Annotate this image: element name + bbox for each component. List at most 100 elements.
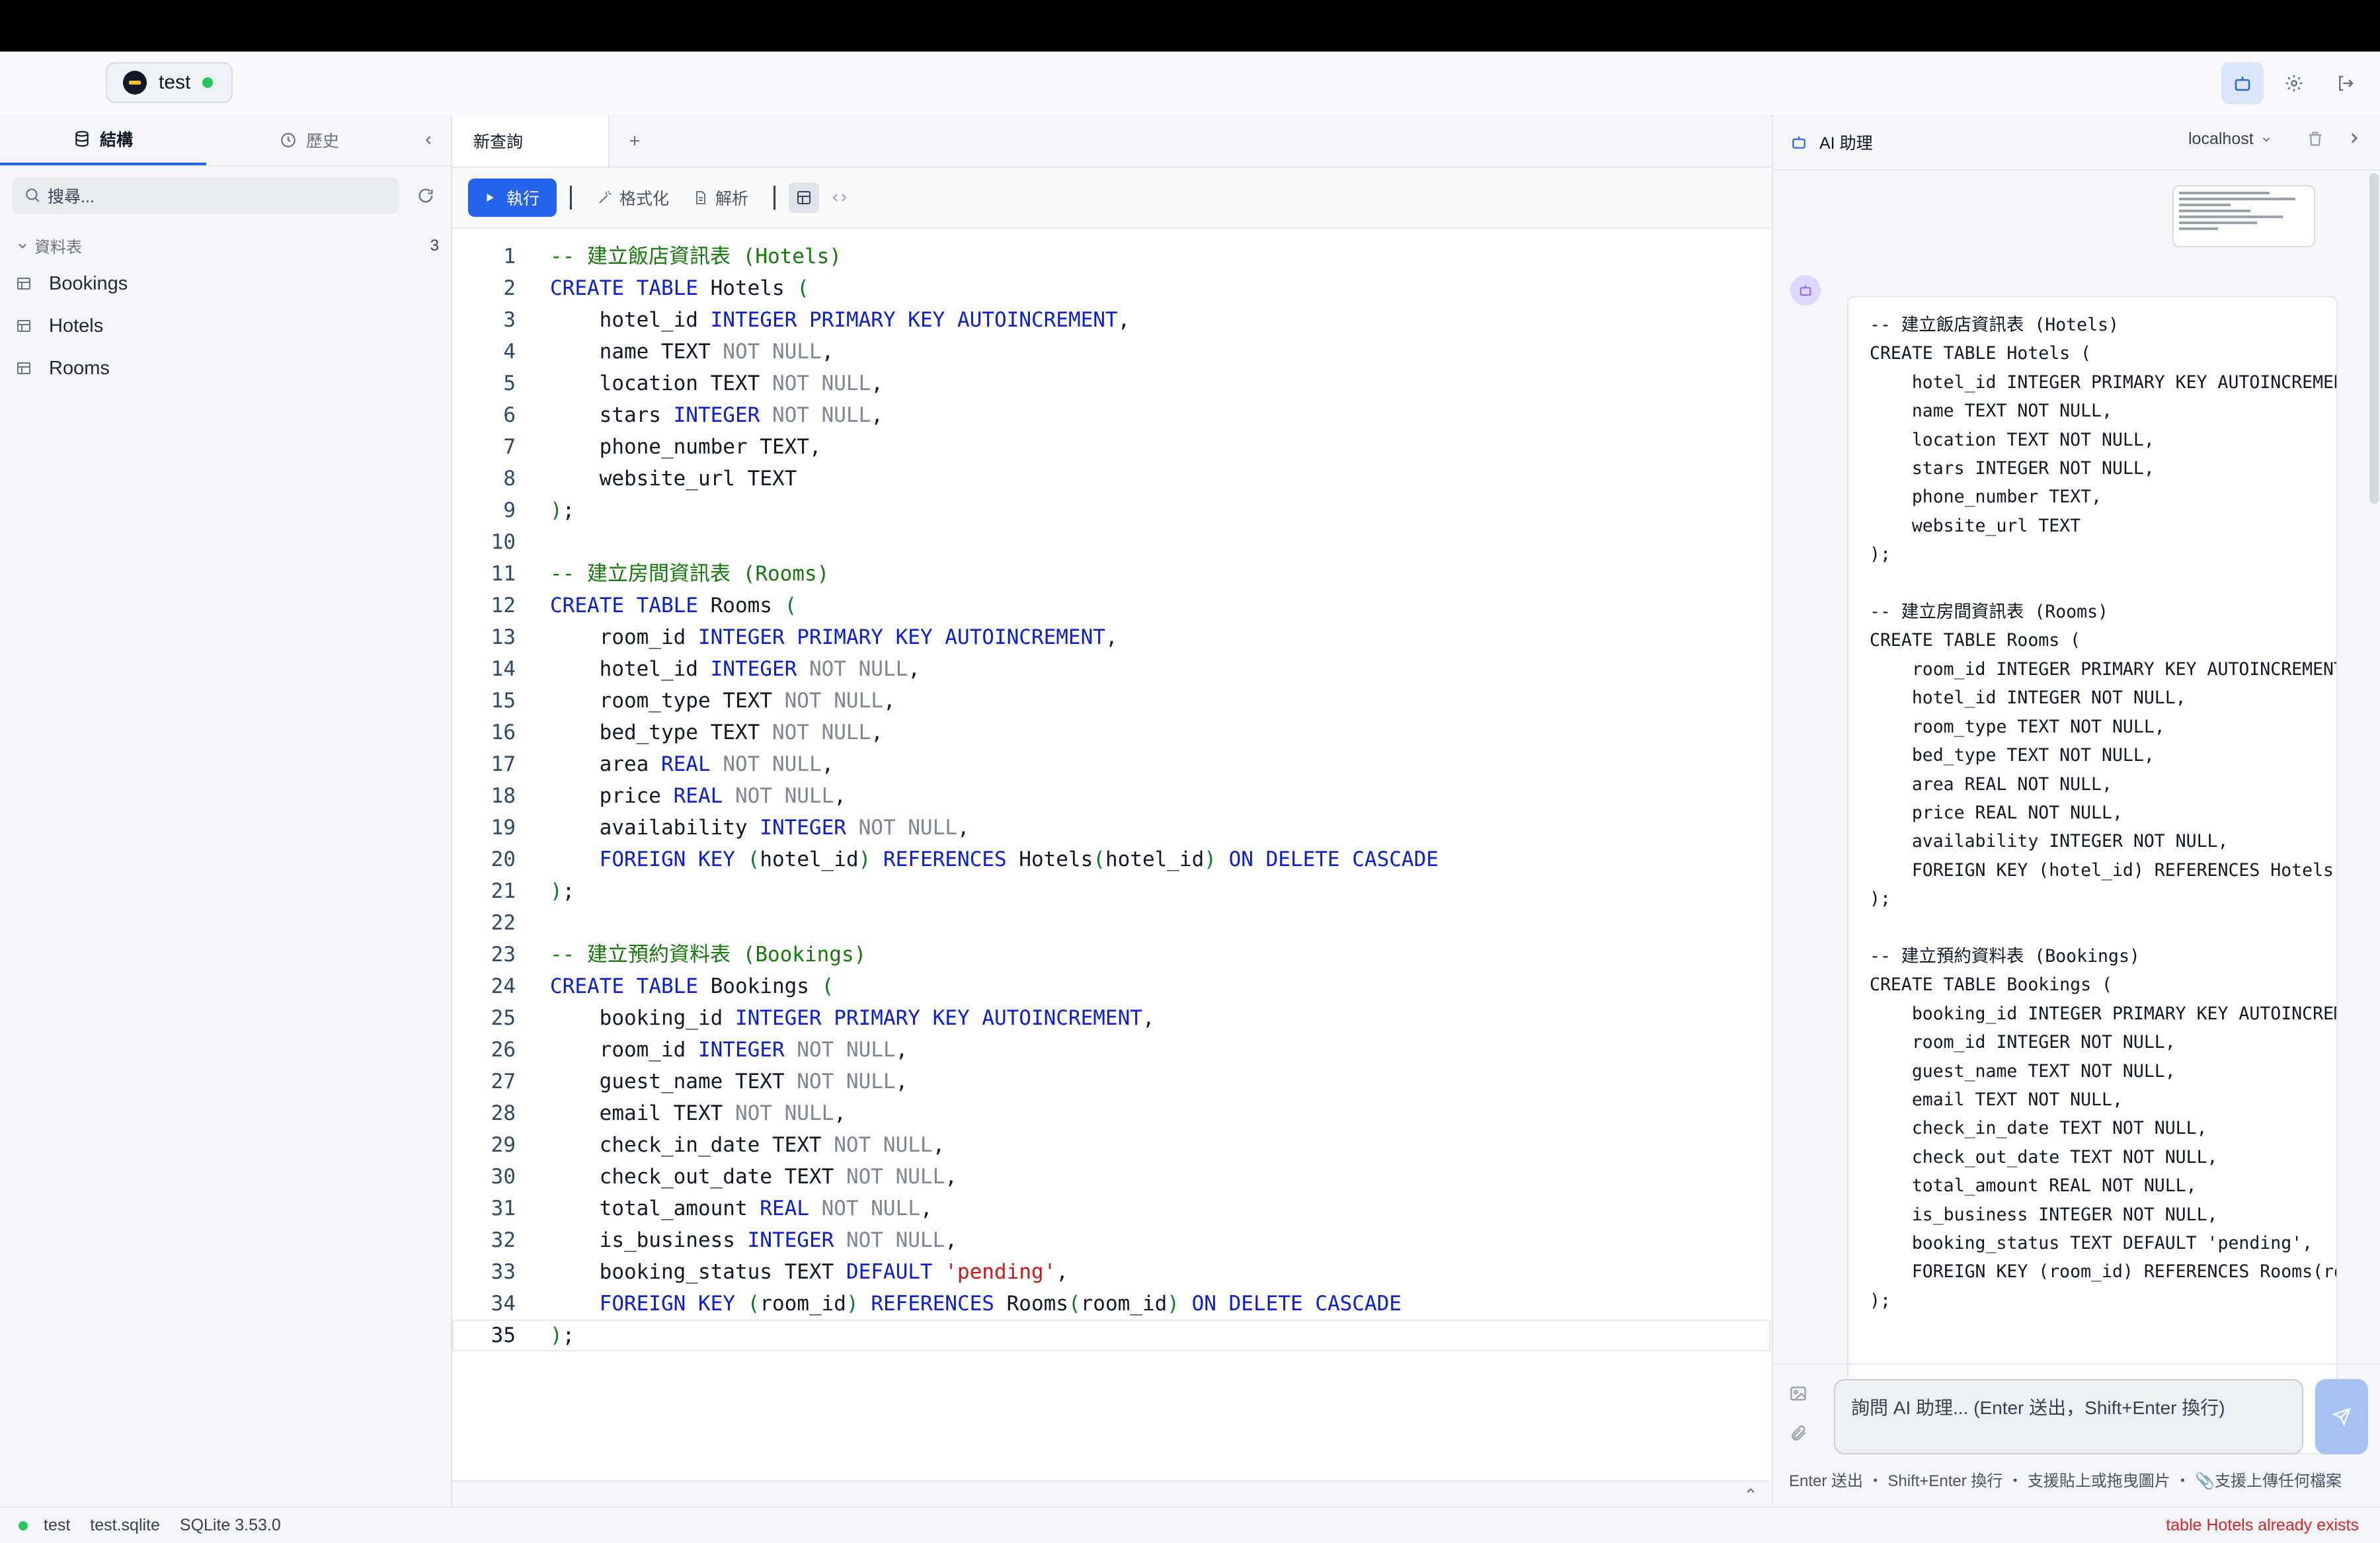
sidebar-item-bookings[interactable]: Bookings [16,264,439,303]
assistant-message-code: -- 建立飯店資訊表 (Hotels) CREATE TABLE Hotels … [1870,315,2336,1311]
settings-button[interactable] [2273,62,2315,104]
ai-input-area: 詢問 AI 助理... (Enter 送出，Shift+Enter 換行) En… [1773,1363,2380,1508]
expand-results-button[interactable] [1744,1484,1757,1501]
code-line[interactable]: 20 FOREIGN KEY (hotel_id) REFERENCES Hot… [452,844,1770,875]
line-number: 1 [503,245,516,268]
send-button[interactable] [2315,1379,2368,1454]
code-line[interactable]: 10 [452,526,1770,558]
line-number: 35 [491,1324,516,1347]
trash-icon [2309,132,2322,146]
table-icon [17,278,30,290]
collapse-sidebar-button[interactable] [415,127,442,153]
code-line[interactable]: 33 booking_status TEXT DEFAULT 'pending'… [452,1256,1770,1288]
code-line[interactable]: 30 check_out_date TEXT NOT NULL, [452,1161,1770,1193]
query-tabs: 新查詢 [452,115,1770,168]
connection-status-dot [202,77,214,88]
code-line[interactable]: 22 [452,907,1770,939]
attached-image-thumbnail[interactable] [2172,185,2315,247]
ai-host-select[interactable]: localhost [2188,130,2272,149]
code-line[interactable]: 13 room_id INTEGER PRIMARY KEY AUTOINCRE… [452,621,1770,653]
logout-button[interactable] [2324,62,2367,104]
sidebar-item-hotels[interactable]: Hotels [16,306,439,346]
attach-image-button[interactable] [1789,1384,1807,1406]
code-line[interactable]: 16 bed_type TEXT NOT NULL, [452,717,1770,748]
header-actions [2221,62,2367,104]
line-number: 15 [491,689,516,713]
code-line-text: stars INTEGER NOT NULL, [550,403,883,427]
sidebar-item-label: Rooms [49,357,110,379]
code-line[interactable]: 3 hotel_id INTEGER PRIMARY KEY AUTOINCRE… [452,304,1770,336]
tab-new-query[interactable]: 新查詢 [452,115,610,167]
code-line[interactable]: 8 website_url TEXT [452,463,1770,495]
code-line[interactable]: 23 -- 建立預約資料表 (Bookings) [452,939,1770,970]
code-line[interactable]: 24 CREATE TABLE Bookings ( [452,970,1770,1002]
code-line[interactable]: 15 room_type TEXT NOT NULL, [452,685,1770,717]
code-line[interactable]: 28 email TEXT NOT NULL, [452,1097,1770,1129]
close-ai-panel-button[interactable] [2346,130,2363,150]
code-line[interactable]: 5 location TEXT NOT NULL, [452,368,1770,399]
code-line[interactable]: 12 CREATE TABLE Rooms ( [452,590,1770,621]
ai-chat-input[interactable]: 詢問 AI 助理... (Enter 送出，Shift+Enter 換行) [1834,1379,2303,1454]
line-number: 20 [491,848,516,871]
code-line[interactable]: 6 stars INTEGER NOT NULL, [452,399,1770,431]
line-number: 27 [491,1070,516,1093]
refresh-button[interactable] [411,181,440,210]
code-line[interactable]: 9); [452,495,1770,526]
code-line-text: ); [550,879,575,903]
line-number: 3 [503,308,516,332]
code-line[interactable]: 21); [452,875,1770,907]
ai-assistant-toggle-button[interactable] [2221,62,2264,104]
code-line[interactable]: 31 total_amount REAL NOT NULL, [452,1193,1770,1224]
code-line[interactable]: 1 -- 建立飯店資訊表 (Hotels) [452,241,1770,272]
tab-history[interactable]: 歷史 [206,115,413,165]
connection-selector[interactable]: test [106,62,233,103]
code-line-text: booking_id INTEGER PRIMARY KEY AUTOINCRE… [550,1006,1155,1030]
code-line-text: ); [550,1324,575,1347]
code-line[interactable]: 29 check_in_date TEXT NOT NULL, [452,1129,1770,1161]
visual-mode-button[interactable] [789,182,820,213]
ai-chat-scrollbar[interactable] [2369,173,2379,504]
code-line-text: guest_name TEXT NOT NULL, [550,1070,908,1093]
format-button[interactable]: 格式化 [585,180,681,216]
code-line[interactable]: 26 room_id INTEGER NOT NULL, [452,1034,1770,1066]
assistant-message: -- 建立飯店資訊表 (Hotels) CREATE TABLE Hotels … [1847,296,2338,1454]
code-line-text: name TEXT NOT NULL, [550,340,834,364]
bot-icon [1800,285,1811,296]
toolbar-divider [774,186,776,210]
add-tab-button[interactable] [610,115,660,167]
clear-chat-button[interactable] [2306,130,2324,151]
code-mode-button[interactable] [824,182,855,213]
search-icon [26,188,40,202]
code-line[interactable]: 17 area REAL NOT NULL, [452,748,1770,780]
code-line-text: CREATE TABLE Rooms ( [550,594,797,617]
sidebar-item-rooms[interactable]: Rooms [16,348,439,388]
code-line[interactable]: 7 phone_number TEXT, [452,431,1770,463]
sql-code-editor[interactable]: 1 -- 建立飯店資訊表 (Hotels) 2 CREATE TABLE Hotels… [452,241,1770,1351]
code-line-text: -- 建立預約資料表 (Bookings) [550,943,867,967]
code-line[interactable]: 11 -- 建立房間資訊表 (Rooms) [452,558,1770,590]
tab-structure[interactable]: 結構 [0,115,206,165]
code-line[interactable]: 34 FOREIGN KEY (room_id) REFERENCES Room… [452,1288,1770,1320]
bot-icon [1792,136,1805,149]
code-line[interactable]: 14 hotel_id INTEGER NOT NULL, [452,653,1770,685]
gear-icon [2285,75,2303,92]
sidebar-search-input[interactable]: 搜尋... [12,177,399,214]
plus-icon [630,136,639,145]
code-line[interactable]: 18 price REAL NOT NULL, [452,780,1770,812]
database-icon [75,131,89,147]
explain-button[interactable]: 解析 [681,180,760,216]
code-line[interactable]: 25 booking_id INTEGER PRIMARY KEY AUTOIN… [452,1002,1770,1034]
tab-structure-label: 結構 [99,131,133,149]
code-line-text: CREATE TABLE Hotels ( [550,276,809,300]
code-line[interactable]: 35); [452,1320,1770,1351]
code-line[interactable]: 27 guest_name TEXT NOT NULL, [452,1066,1770,1097]
status-error-message: table Hotels already exists [2166,1516,2359,1534]
code-line[interactable]: 2 CREATE TABLE Hotels ( [452,272,1770,304]
code-line[interactable]: 19 availability INTEGER NOT NULL, [452,812,1770,844]
attach-file-button[interactable] [1789,1424,1807,1446]
run-button[interactable]: 執行 [468,178,557,217]
tables-section-header[interactable]: 資料表 3 [16,234,439,257]
code-line[interactable]: 4 name TEXT NOT NULL, [452,336,1770,368]
status-engine: SQLite 3.53.0 [179,1516,281,1534]
code-line[interactable]: 32 is_business INTEGER NOT NULL, [452,1224,1770,1256]
